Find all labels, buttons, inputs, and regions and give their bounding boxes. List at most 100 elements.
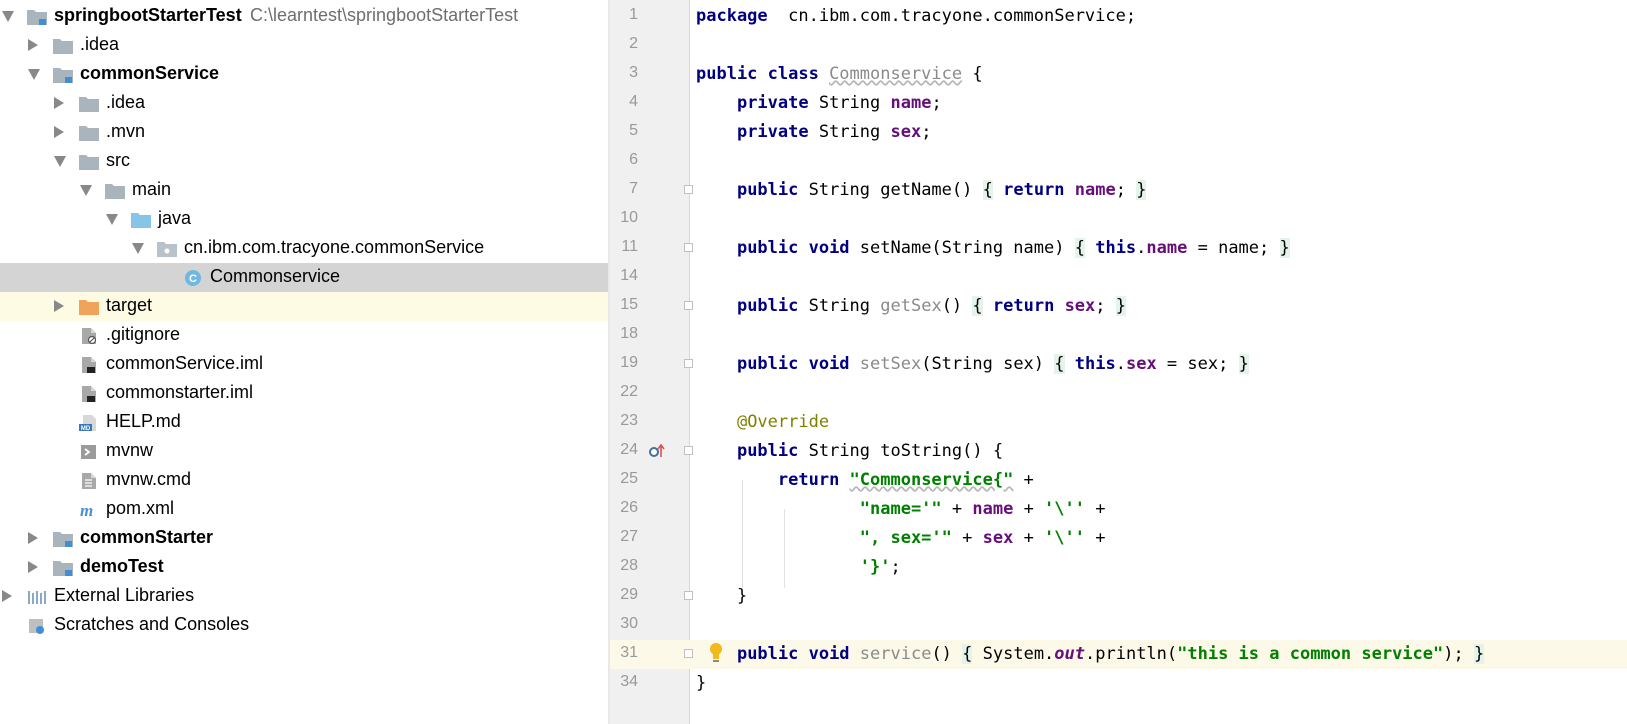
tree-item[interactable]: .mvn bbox=[0, 118, 608, 147]
line-number[interactable]: 23 bbox=[610, 412, 638, 430]
line-number[interactable]: 3 bbox=[610, 64, 638, 82]
line-number[interactable]: 27 bbox=[610, 528, 638, 546]
code-token: + bbox=[1013, 470, 1034, 490]
line-number[interactable]: 29 bbox=[610, 586, 638, 604]
expand-arrow-icon[interactable] bbox=[80, 185, 92, 196]
code-token: cn.ibm.com.tracyone.commonService; bbox=[767, 6, 1137, 26]
tree-item[interactable]: .idea bbox=[0, 31, 608, 60]
line-number[interactable]: 25 bbox=[610, 470, 638, 488]
line-number[interactable]: 24 bbox=[610, 441, 638, 459]
line-number[interactable]: 10 bbox=[610, 209, 638, 227]
java-class-icon: C bbox=[182, 269, 204, 287]
expand-arrow-icon[interactable] bbox=[28, 69, 40, 80]
code-line[interactable]: 34} bbox=[610, 669, 1627, 698]
code-line[interactable]: 24 public String toString() { bbox=[610, 437, 1627, 466]
code-line[interactable]: 27 ", sex='" + sex + '\'' + bbox=[610, 524, 1627, 553]
code-editor[interactable]: 1 package cn.ibm.com.tracyone.commonServi… bbox=[610, 0, 1627, 724]
collapse-arrow-icon[interactable] bbox=[2, 590, 12, 602]
expand-arrow-icon[interactable] bbox=[106, 214, 118, 225]
line-number[interactable]: 7 bbox=[610, 180, 638, 198]
collapse-arrow-icon[interactable] bbox=[54, 126, 64, 138]
tree-item[interactable]: m pom.xml bbox=[0, 495, 608, 524]
line-number[interactable]: 14 bbox=[610, 267, 638, 285]
line-number[interactable]: 15 bbox=[610, 296, 638, 314]
code-line[interactable]: 15 public String getSex() { return sex; … bbox=[610, 292, 1627, 321]
code-line[interactable]: 22 bbox=[610, 379, 1627, 408]
expand-arrow-icon[interactable] bbox=[2, 11, 14, 22]
line-number[interactable]: 4 bbox=[610, 93, 638, 111]
code-line[interactable]: 25 return "Commonservice{" + bbox=[610, 466, 1627, 495]
code-line[interactable]: 1 package cn.ibm.com.tracyone.commonServi… bbox=[610, 2, 1627, 31]
tree-item[interactable]: commonStarter bbox=[0, 524, 608, 553]
tree-item[interactable]: mvnw.cmd bbox=[0, 466, 608, 495]
tree-item[interactable]: .idea bbox=[0, 89, 608, 118]
collapse-arrow-icon[interactable] bbox=[28, 39, 38, 51]
tree-item[interactable]: target bbox=[0, 292, 608, 321]
fold-marker-icon[interactable] bbox=[684, 649, 693, 658]
tree-item-label: cn.ibm.com.tracyone.commonService bbox=[184, 237, 485, 257]
tree-item[interactable]: mvnw bbox=[0, 437, 608, 466]
tree-item[interactable]: cn.ibm.com.tracyone.commonService bbox=[0, 234, 608, 263]
fold-marker-icon[interactable] bbox=[684, 446, 693, 455]
line-number[interactable]: 19 bbox=[610, 354, 638, 372]
code-line[interactable]: 28 '}'; bbox=[610, 553, 1627, 582]
code-line[interactable]: 26 "name='" + name + '\'' + bbox=[610, 495, 1627, 524]
override-gutter-icon[interactable] bbox=[648, 443, 666, 464]
code-line[interactable]: 6 bbox=[610, 147, 1627, 176]
line-number[interactable]: 11 bbox=[610, 238, 638, 256]
line-number[interactable]: 2 bbox=[610, 35, 638, 53]
code-line[interactable]: 7 public String getName() { return name;… bbox=[610, 176, 1627, 205]
tree-item[interactable]: demoTest bbox=[0, 553, 608, 582]
code-line[interactable]: 2 bbox=[610, 31, 1627, 60]
line-number[interactable]: 6 bbox=[610, 151, 638, 169]
tree-item[interactable]: commonService.iml bbox=[0, 350, 608, 379]
tree-item[interactable]: MD HELP.md bbox=[0, 408, 608, 437]
line-number[interactable]: 31 bbox=[610, 644, 638, 662]
tree-item[interactable]: src bbox=[0, 147, 608, 176]
code-line[interactable]: 29 } bbox=[610, 582, 1627, 611]
expand-arrow-icon[interactable] bbox=[54, 156, 66, 167]
tree-item[interactable]: commonService bbox=[0, 60, 608, 89]
code-line[interactable]: 11 public void setName(String name) { th… bbox=[610, 234, 1627, 263]
code-line[interactable]: 4 private String name; bbox=[610, 89, 1627, 118]
collapse-arrow-icon[interactable] bbox=[54, 300, 64, 312]
tree-item[interactable]: main bbox=[0, 176, 608, 205]
collapse-arrow-icon[interactable] bbox=[28, 561, 38, 573]
tree-item[interactable]: java bbox=[0, 205, 608, 234]
code-line[interactable]: 31 public void service() { System.out.pr… bbox=[610, 640, 1627, 669]
tree-item[interactable]: springbootStarterTest C:\learntest\spring… bbox=[0, 2, 608, 31]
code-token: } bbox=[1279, 238, 1290, 258]
code-line[interactable]: 30 bbox=[610, 611, 1627, 640]
code-line[interactable]: 5 private String sex; bbox=[610, 118, 1627, 147]
code-token: '\'' bbox=[1044, 499, 1085, 519]
tree-item[interactable]: External Libraries bbox=[0, 582, 608, 611]
fold-marker-icon[interactable] bbox=[684, 301, 693, 310]
fold-marker-icon[interactable] bbox=[684, 591, 693, 600]
code-line[interactable]: 10 bbox=[610, 205, 1627, 234]
line-number[interactable]: 26 bbox=[610, 499, 638, 517]
tree-item[interactable]: C Commonservice bbox=[0, 263, 608, 292]
code-line[interactable]: 3 public class Commonservice { bbox=[610, 60, 1627, 89]
tree-item[interactable]: .gitignore bbox=[0, 321, 608, 350]
fold-marker-icon[interactable] bbox=[684, 359, 693, 368]
line-number[interactable]: 34 bbox=[610, 673, 638, 691]
tree-item[interactable]: Scratches and Consoles bbox=[0, 611, 608, 640]
line-number[interactable]: 18 bbox=[610, 325, 638, 343]
project-path: C:\learntest\springbootStarterTest bbox=[250, 5, 519, 25]
line-number[interactable]: 30 bbox=[610, 615, 638, 633]
code-line[interactable]: 14 bbox=[610, 263, 1627, 292]
fold-marker-icon[interactable] bbox=[684, 243, 693, 252]
code-line[interactable]: 18 bbox=[610, 321, 1627, 350]
collapse-arrow-icon[interactable] bbox=[28, 532, 38, 544]
line-number[interactable]: 28 bbox=[610, 557, 638, 575]
line-number[interactable]: 5 bbox=[610, 122, 638, 140]
line-number[interactable]: 22 bbox=[610, 383, 638, 401]
line-number[interactable]: 1 bbox=[610, 6, 638, 24]
expand-arrow-icon[interactable] bbox=[132, 243, 144, 254]
code-line[interactable]: 23 @Override bbox=[610, 408, 1627, 437]
code-line[interactable]: 19 public void setSex(String sex) { this… bbox=[610, 350, 1627, 379]
tree-item[interactable]: commonstarter.iml bbox=[0, 379, 608, 408]
collapse-arrow-icon[interactable] bbox=[54, 97, 64, 109]
fold-marker-icon[interactable] bbox=[684, 185, 693, 194]
